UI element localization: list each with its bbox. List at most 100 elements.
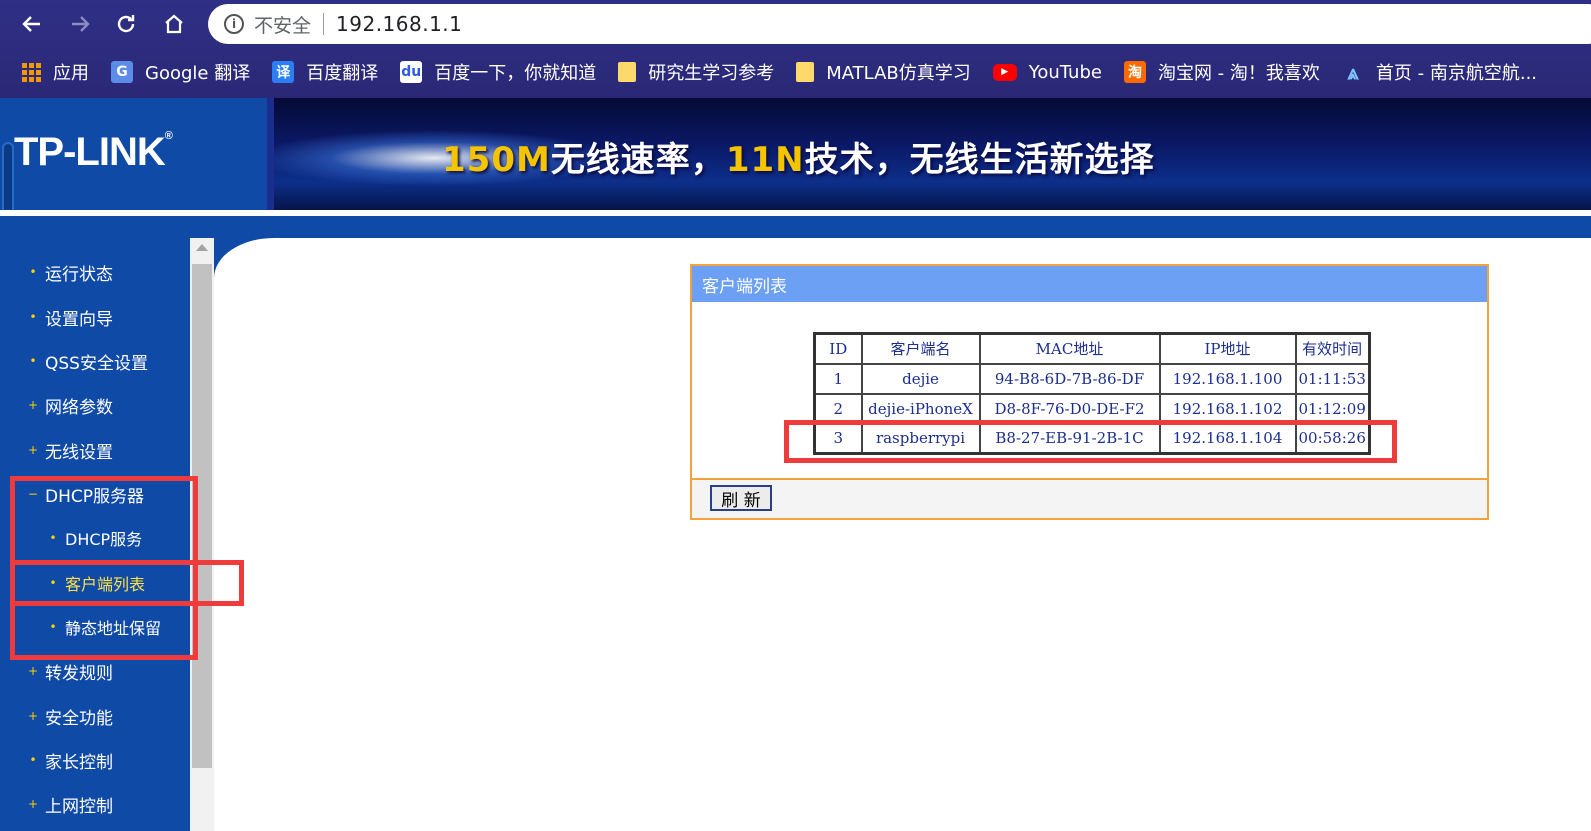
expand-icon: +: [28, 709, 39, 723]
sidebar-item-wizard[interactable]: • 设置向导: [28, 302, 113, 332]
bullet-icon: •: [29, 265, 37, 279]
table-row: 3 raspberrypi B8-27-EB-91-2B-1C 192.168.…: [813, 422, 1371, 455]
bookmark-label: 淘宝网 - 淘！我喜欢: [1157, 63, 1320, 84]
cell-lease-time: 01:11:53: [1294, 362, 1371, 395]
menu-label: 设置向导: [45, 309, 113, 330]
sidebar-item-security[interactable]: + 安全功能: [28, 701, 113, 731]
cell-id: 1: [813, 362, 863, 395]
bookmark-taobao[interactable]: 淘 淘宝网 - 淘！我喜欢: [1123, 59, 1320, 85]
panel-title: 客户端列表: [692, 266, 1487, 302]
bookmark-label: YouTube: [1028, 61, 1102, 83]
cell-client-name: dejie-iPhoneX: [860, 392, 981, 425]
cell-mac: B8-27-EB-91-2B-1C: [978, 422, 1161, 455]
sidebar-item-wireless[interactable]: + 无线设置: [28, 435, 113, 465]
client-table: ID 客户端名 MAC地址 IP地址 有效时间 1 dejie 94-B8-6D…: [813, 332, 1371, 455]
cell-ip: 192.168.1.104: [1158, 422, 1297, 455]
sidebar-item-status[interactable]: • 运行状态: [28, 257, 113, 287]
bookmark-folder-matlab[interactable]: MATLAB仿真学习: [796, 59, 971, 85]
sidebar-item-qss[interactable]: • QSS安全设置: [28, 346, 148, 376]
arrow-right-icon: [72, 16, 90, 32]
cell-ip: 192.168.1.102: [1158, 392, 1297, 425]
sidebar-item-dhcp-server[interactable]: − DHCP服务器: [28, 479, 144, 509]
folder-icon: [618, 62, 637, 82]
panel-footer: 刷 新: [692, 478, 1487, 518]
menu-label: 转发规则: [45, 663, 113, 684]
bookmark-label: 研究生学习参考: [648, 63, 775, 84]
sidebar-item-static-address[interactable]: • 静态地址保留: [48, 612, 161, 642]
bookmark-nuaa[interactable]: ⩓ 首页 - 南京航空航...: [1342, 59, 1537, 85]
scroll-thumb[interactable]: [192, 264, 212, 768]
menu-label: 网络参数: [45, 397, 113, 418]
expand-icon: +: [28, 664, 39, 678]
sidebar-item-dhcp-service[interactable]: • DHCP服务: [48, 523, 142, 553]
nuaa-icon: ⩓: [1347, 60, 1359, 84]
cell-client-name: raspberrypi: [860, 422, 981, 455]
menu-label: 客户端列表: [65, 575, 146, 594]
refresh-button[interactable]: 刷 新: [710, 485, 772, 511]
bullet-icon: •: [49, 576, 57, 590]
bookmark-baidu-translate[interactable]: 译 百度翻译: [272, 59, 378, 85]
bookmark-google-translate[interactable]: G Google 翻译: [111, 59, 250, 85]
menu-label: 上网控制: [45, 796, 113, 817]
bullet-icon: •: [49, 531, 57, 545]
browser-toolbar: i 不安全 192.168.1.1: [0, 0, 1591, 48]
client-list-panel: 客户端列表 ID 客户端名 MAC地址 IP地址 有效时间 1 dejie 94…: [690, 264, 1489, 520]
arrow-left-icon: [22, 16, 40, 32]
home-button[interactable]: [156, 6, 192, 42]
baidu-translate-icon: 译: [272, 61, 295, 83]
sidebar-item-forwarding[interactable]: + 转发规则: [28, 656, 113, 686]
bookmark-apps[interactable]: 应用: [22, 59, 89, 85]
sidebar-item-network[interactable]: + 网络参数: [28, 390, 113, 420]
bookmark-label: 百度翻译: [306, 63, 379, 84]
menu-label: QSS安全设置: [45, 353, 148, 374]
bookmark-youtube[interactable]: ▶ YouTube: [992, 61, 1102, 83]
column-header: ID: [813, 332, 863, 365]
table-row: 1 dejie 94-B8-6D-7B-86-DF 192.168.1.100 …: [813, 362, 1371, 395]
bookmark-label: 百度一下，你就知道: [434, 63, 597, 84]
cell-id: 3: [813, 422, 863, 455]
bookmark-folder-study[interactable]: 研究生学习参考: [618, 59, 774, 85]
bookmark-baidu[interactable]: du 百度一下，你就知道: [400, 59, 596, 85]
bookmarks-bar: 应用 G Google 翻译 译 百度翻译 du 百度一下，你就知道 研究生学习…: [0, 52, 1591, 92]
address-bar[interactable]: i 不安全 192.168.1.1: [208, 4, 1591, 44]
collapse-icon: −: [28, 487, 39, 501]
menu-label: DHCP服务器: [45, 486, 144, 507]
table-row: 2 dejie-iPhoneX D8-8F-76-D0-DE-F2 192.16…: [813, 392, 1371, 425]
bookmark-label: Google 翻译: [145, 63, 251, 84]
bullet-icon: •: [49, 620, 57, 634]
router-banner: TP-LINK® 150M无线速率，11N技术，无线生活新选择: [0, 98, 1591, 230]
table-header-row: ID 客户端名 MAC地址 IP地址 有效时间: [813, 332, 1371, 365]
tplink-logo: TP-LINK®: [14, 130, 173, 174]
sidebar-item-parental[interactable]: • 家长控制: [28, 745, 113, 775]
header-bar: [0, 216, 1591, 238]
bullet-icon: •: [29, 310, 37, 324]
column-header: IP地址: [1158, 332, 1297, 365]
baidu-paw-icon: du: [400, 61, 423, 83]
bookmark-label: 应用: [53, 63, 89, 84]
sidebar-item-access-control[interactable]: + 上网控制: [28, 789, 113, 819]
sidebar-item-client-list[interactable]: • 客户端列表: [48, 568, 145, 598]
home-icon: [165, 14, 183, 34]
info-icon[interactable]: i: [224, 14, 244, 34]
taobao-icon: 淘: [1123, 61, 1146, 83]
forward-button[interactable]: [62, 6, 98, 42]
expand-icon: +: [28, 797, 39, 811]
omnibox-divider: [323, 13, 325, 35]
url-text[interactable]: 192.168.1.1: [336, 12, 462, 36]
cell-lease-time: 00:58:26: [1294, 422, 1371, 455]
logo-area: TP-LINK®: [0, 98, 267, 230]
menu-label: 运行状态: [45, 264, 113, 285]
scroll-up-icon[interactable]: [196, 244, 208, 251]
back-button[interactable]: [14, 6, 50, 42]
menu-label: 无线设置: [45, 442, 113, 463]
column-header: 客户端名: [860, 332, 981, 365]
banner-slogan: 150M无线速率，11N技术，无线生活新选择: [442, 140, 1155, 180]
expand-icon: +: [28, 443, 39, 457]
cell-client-name: dejie: [860, 362, 981, 395]
cell-id: 2: [813, 392, 863, 425]
sidebar-scrollbar[interactable]: [190, 238, 214, 831]
reload-button[interactable]: [108, 6, 144, 42]
reload-icon: [117, 15, 135, 33]
apps-grid-icon: [22, 62, 41, 82]
bookmark-label: MATLAB仿真学习: [826, 63, 971, 84]
